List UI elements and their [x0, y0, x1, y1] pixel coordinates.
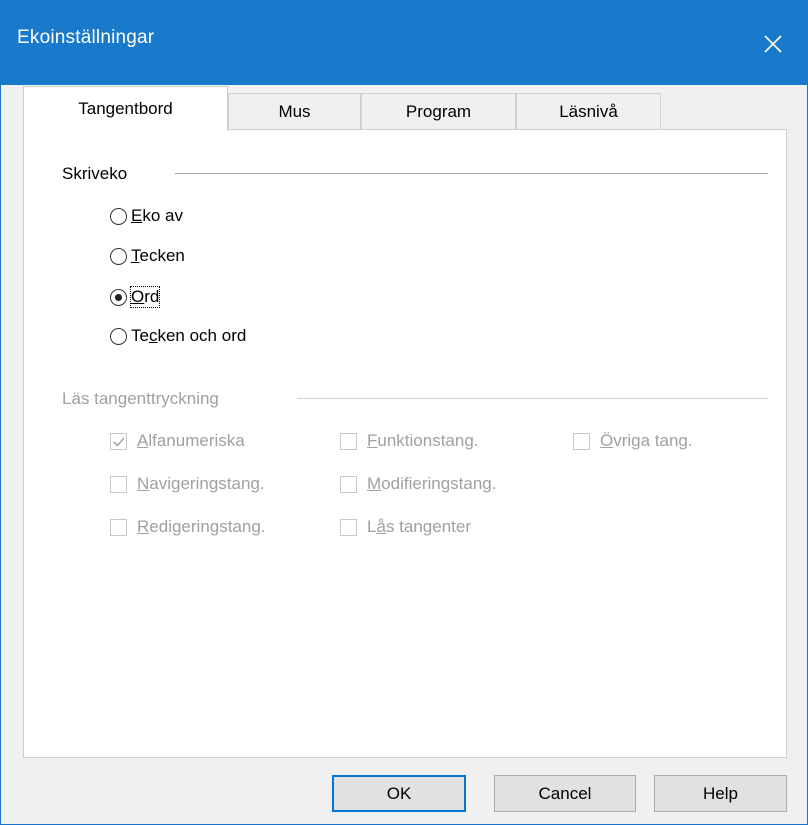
tab-panel-tangentbord: Skriveko Eko av Tecken Ord Tecken och or…	[23, 129, 787, 758]
radio-selected-dot	[115, 294, 122, 301]
checkbox-box[interactable]	[110, 519, 127, 536]
radio-label-ord: Ord	[129, 286, 161, 308]
checkbox-label-ovriga-tang: Övriga tang.	[600, 431, 693, 450]
ok-button-label: OK	[386, 784, 412, 803]
checkbox-label-navigeringstang: Navigeringstang.	[137, 474, 265, 493]
radio-circle[interactable]	[110, 248, 127, 265]
checkbox-box[interactable]	[340, 433, 357, 450]
cancel-button-label: Cancel	[538, 784, 592, 803]
skriveko-group-divider	[175, 173, 768, 174]
tab-mus[interactable]: Mus	[228, 93, 361, 129]
close-button[interactable]	[741, 1, 807, 85]
ok-button[interactable]: OK	[332, 775, 466, 812]
checkbox-box[interactable]	[573, 433, 590, 450]
tab-label: Mus	[278, 102, 311, 121]
cancel-button[interactable]: Cancel	[494, 775, 636, 812]
tab-label: Läsnivå	[559, 102, 618, 121]
radio-label-eko-av: Eko av	[131, 206, 183, 225]
checkbox-box[interactable]	[110, 433, 127, 450]
radio-circle[interactable]	[110, 328, 127, 345]
help-button-label: Help	[703, 784, 738, 803]
tab-label: Program	[405, 102, 472, 121]
checkbox-label-las-tangenter: Lås tangenter	[367, 517, 471, 536]
radio-label-tecken: Tecken	[131, 246, 185, 265]
checkbox-label-redigeringstang: Redigeringstang.	[137, 517, 266, 536]
checkbox-box[interactable]	[340, 476, 357, 493]
close-icon	[764, 35, 782, 53]
tab-tangentbord[interactable]: Tangentbord	[23, 86, 228, 131]
help-button[interactable]: Help	[654, 775, 787, 812]
checkbox-box[interactable]	[340, 519, 357, 536]
checkbox-label-alfanumeriska: Alfanumeriska	[137, 431, 245, 450]
dialog-window: Ekoinställningar Tangentbord Mus Program…	[0, 0, 808, 825]
checkbox-label-modifieringstang: Modifieringstang.	[367, 474, 497, 493]
window-title: Ekoinställningar	[17, 27, 155, 48]
checkbox-box[interactable]	[110, 476, 127, 493]
las-tangenttryckning-group-divider	[297, 398, 768, 399]
radio-circle[interactable]	[110, 208, 127, 225]
las-tangenttryckning-group-label: Läs tangenttryckning	[62, 389, 219, 408]
radio-circle-selected[interactable]	[110, 289, 127, 306]
skriveko-group-label: Skriveko	[62, 164, 128, 183]
radio-label-tecken-och-ord: Tecken och ord	[131, 326, 247, 345]
tab-label: Tangentbord	[78, 99, 173, 118]
title-bar[interactable]: Ekoinställningar	[1, 1, 807, 85]
checkmark-icon	[113, 437, 125, 447]
tab-lasniva[interactable]: Läsnivå	[516, 93, 661, 129]
checkbox-label-funktionstang: Funktionstang.	[367, 431, 479, 450]
tab-program[interactable]: Program	[361, 93, 516, 129]
